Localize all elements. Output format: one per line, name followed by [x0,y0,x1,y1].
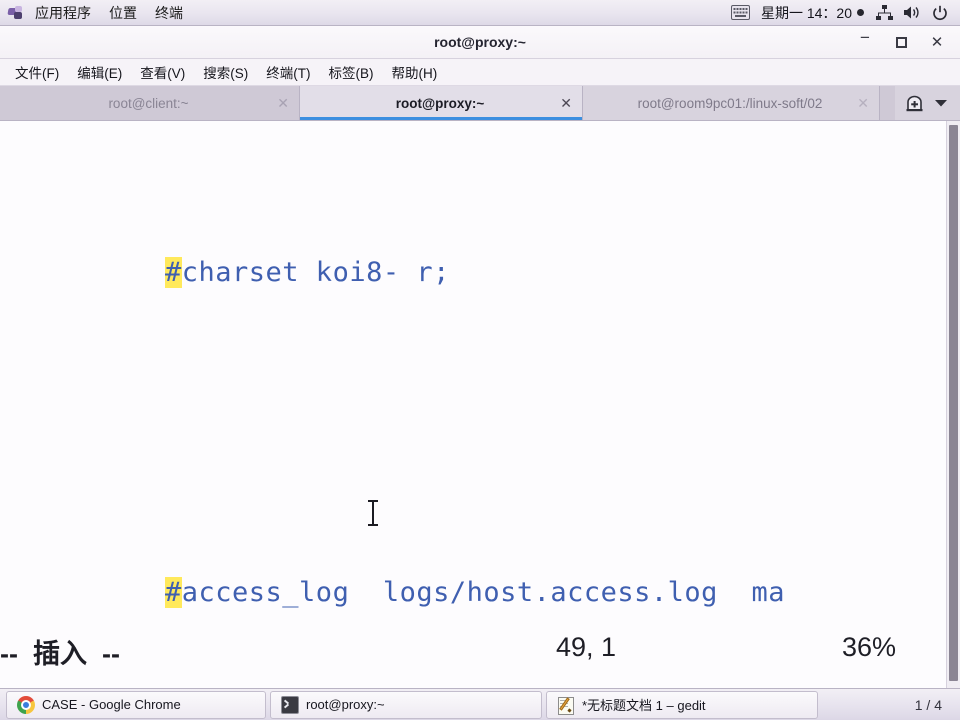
tabbar-tools [895,86,960,120]
tab-root-client[interactable]: root@client:~ ✕ [0,86,300,120]
gedit-icon [557,696,575,715]
desktop-taskbar: CASE - Google Chrome root@proxy:~ *无标题文档… [0,688,960,720]
code-line-2: #access_log logs/host.access.log ma [0,573,946,613]
window-titlebar[interactable]: root@proxy:~ − ✕ [0,26,960,59]
terminal-menubar: 文件(F) 编辑(E) 查看(V) 搜索(S) 终端(T) 标签(B) 帮助(H… [0,59,960,86]
window-controls: − ✕ [854,26,952,58]
network-icon[interactable] [870,2,898,24]
taskbar-item-label: CASE - Google Chrome [42,697,181,712]
menu-terminal[interactable]: 终端(T) [257,59,319,85]
taskbar-item-chrome[interactable]: CASE - Google Chrome [6,690,266,719]
volume-icon[interactable] [898,2,926,24]
scrollbar-thumb[interactable] [949,125,958,681]
code-line-2-text: access_log logs/host.access.log ma [181,577,785,608]
window-title: root@proxy:~ [434,34,526,50]
clock-text: 星期一 14：20 [760,4,852,21]
terminal-icon [281,695,299,714]
menu-tabs[interactable]: 标签(B) [320,59,383,85]
tab-close-icon[interactable]: ✕ [560,96,572,110]
vim-mode-indicator: -- 插入 -- [0,639,120,669]
mouse-ibeam-cursor [368,500,378,526]
vim-status-line: -- 插入 -- 49, 1 36% [0,632,946,672]
terminal-scrollbar[interactable] [946,121,960,688]
tab-label: root@client:~ [108,95,189,111]
vim-scroll-percent: 36% [842,632,897,662]
taskbar-item-terminal[interactable]: root@proxy:~ [270,690,542,719]
panel-tray: 星期一 14：20 [727,2,960,24]
terminal-body[interactable]: #charset koi8- r; #access_log logs/host.… [0,121,960,688]
desktop-screen: 应用程序 位置 终端 星期一 14：20 root@proxy:~ − ✕ 文件… [0,0,960,720]
search-match-hash: # [165,257,182,288]
terminal-tabbar: root@client:~ ✕ root@proxy:~ ✕ root@room… [0,86,960,121]
tab-root-proxy[interactable]: root@proxy:~ ✕ [300,86,583,120]
menu-edit[interactable]: 编辑(E) [68,59,131,85]
taskbar-item-label: root@proxy:~ [306,697,385,712]
keyboard-icon[interactable] [727,2,755,24]
panel-menu-terminal[interactable]: 终端 [146,2,192,24]
maximize-button[interactable] [890,31,912,53]
vim-buffer: #charset koi8- r; #access_log logs/host.… [0,121,946,688]
panel-menu-applications[interactable]: 应用程序 [26,2,100,24]
tab-label: root@proxy:~ [395,95,485,111]
taskbar-item-gedit[interactable]: *无标题文档 1 – gedit [546,690,818,719]
code-line-1: #charset koi8- r; [0,253,946,293]
tab-label: root@room9pc01:/linux-soft/02 [637,95,823,111]
chevron-down-icon[interactable] [934,98,948,108]
tab-root-room9pc01[interactable]: root@room9pc01:/linux-soft/02 ✕ [583,86,880,120]
workspace-indicator[interactable]: 1 / 4 [907,695,950,715]
record-dot-icon [857,9,864,16]
menu-view[interactable]: 查看(V) [131,59,194,85]
applications-icon [7,4,25,22]
close-button[interactable]: ✕ [926,31,948,53]
panel-menu-group: 应用程序 位置 终端 [0,2,192,24]
panel-menu-places[interactable]: 位置 [100,2,146,24]
tab-close-icon[interactable]: ✕ [857,96,869,110]
code-line-1-text: charset koi8- r; [181,257,450,288]
taskbar-item-label: *无标题文档 1 – gedit [582,698,706,713]
power-icon[interactable] [926,2,954,24]
vim-cursor-position: 49, 1 [556,632,617,662]
panel-clock[interactable]: 星期一 14：20 [755,3,870,23]
terminal-window: root@proxy:~ − ✕ 文件(F) 编辑(E) 查看(V) 搜索(S)… [0,26,960,688]
chrome-icon [17,695,35,714]
menu-search[interactable]: 搜索(S) [194,59,257,85]
tab-close-icon[interactable]: ✕ [277,96,289,110]
desktop-top-panel: 应用程序 位置 终端 星期一 14：20 [0,0,960,26]
menu-help[interactable]: 帮助(H) [383,59,447,85]
minimize-button[interactable]: − [854,27,876,58]
new-tab-icon[interactable] [905,94,924,112]
search-match-hash: # [165,577,182,608]
menu-file[interactable]: 文件(F) [6,59,68,85]
